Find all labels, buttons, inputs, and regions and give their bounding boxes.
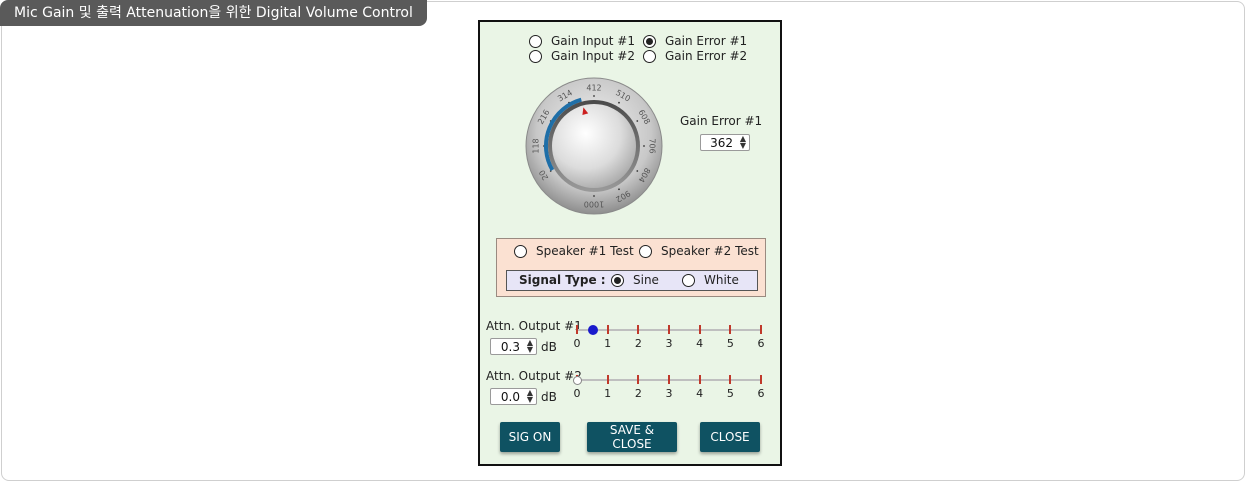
slider-tick — [576, 325, 578, 334]
save-close-button[interactable]: SAVE & CLOSE — [587, 422, 677, 452]
knob-scale-tick — [618, 188, 620, 191]
gain-value-spinner[interactable]: 362 ▲ ▼ — [700, 134, 750, 151]
attn-output-1-label: Attn. Output #1 — [486, 319, 582, 333]
slider-tick-label: 5 — [726, 387, 734, 400]
attn-output-2-unit: dB — [541, 390, 557, 404]
window-title: Mic Gain 및 출력 Attenuation을 위한 Digital Vo… — [0, 0, 427, 26]
radio-circle — [682, 273, 695, 287]
radio-circle — [639, 244, 652, 258]
knob-scale-label: 706 — [648, 138, 657, 153]
slider-tick — [729, 325, 732, 334]
knob-scale-tick — [593, 95, 595, 97]
radio-circle — [643, 34, 656, 48]
radio-circle — [611, 273, 624, 287]
knob-scale-label: 1000 — [584, 200, 604, 209]
slider-tick-label: 4 — [696, 337, 704, 350]
slider-tick — [698, 325, 701, 334]
radio-speaker-2-test[interactable]: Speaker #2 Test — [639, 244, 759, 258]
gain-value: 362 — [710, 136, 733, 150]
attn-output-2-slider[interactable]: 0 1 2 3 4 5 6 — [573, 370, 769, 400]
close-button[interactable]: CLOSE — [700, 422, 760, 452]
radio-gain-error-1[interactable]: Gain Error #1 — [643, 34, 747, 48]
attn-output-1-unit: dB — [541, 340, 557, 354]
radio-label: Gain Error #1 — [665, 34, 748, 48]
knob-scale-tick — [593, 195, 595, 197]
slider-tick — [760, 375, 762, 384]
radio-circle — [643, 49, 656, 63]
radio-circle — [529, 49, 542, 63]
knob-scale-tick — [643, 145, 645, 147]
signal-type-group: Signal Type : Sine White — [506, 270, 758, 291]
attn-output-2-spinner[interactable]: 0.0 ▲ ▼ — [490, 388, 537, 405]
signal-type-label: Signal Type : — [519, 273, 606, 287]
attn-output-1-value: 0.3 — [500, 340, 520, 354]
radio-speaker-1-test[interactable]: Speaker #1 Test — [514, 244, 634, 258]
slider-tick-label: 6 — [757, 387, 765, 400]
slider-tick-label: 0 — [573, 387, 581, 400]
slider-tick-label: 2 — [634, 337, 642, 350]
gain-label: Gain Error #1 — [680, 114, 763, 128]
slider-thumb[interactable] — [588, 325, 599, 335]
slider-tick — [668, 375, 670, 384]
radio-label: Speaker #1 Test — [536, 244, 634, 258]
radio-label: White — [704, 273, 739, 287]
radio-circle — [529, 34, 542, 48]
slider-tick — [606, 325, 609, 334]
slider-tick — [606, 375, 609, 384]
slider-tick-label: 3 — [665, 337, 673, 350]
radio-label: Speaker #2 Test — [661, 244, 759, 258]
volume-control-panel: Gain Input #1 Gain Error #1 Gain Input #… — [478, 20, 782, 466]
slider-tick — [698, 375, 701, 384]
slider-tick — [729, 375, 732, 384]
slider-tick-label: 1 — [604, 387, 612, 400]
slider-tick — [668, 325, 670, 334]
slider-thumb[interactable] — [573, 376, 582, 385]
spinner-arrows-icon: ▲ ▼ — [526, 388, 533, 404]
knob-cap — [552, 104, 636, 188]
sig-on-button[interactable]: SIG ON — [500, 422, 560, 452]
radio-white[interactable]: White — [682, 273, 739, 287]
slider-tick — [637, 375, 640, 384]
knob-scale-tick — [636, 120, 639, 122]
slider-tick-label: 1 — [604, 337, 612, 350]
spinner-arrows-icon: ▲ ▼ — [526, 338, 533, 354]
knob-graphic: 201182163144125106087068049021000 — [525, 77, 663, 215]
spinner-arrows-icon: ▲ ▼ — [739, 134, 746, 150]
slider-tick-label: 3 — [665, 387, 673, 400]
attn-output-1-spinner[interactable]: 0.3 ▲ ▼ — [490, 338, 537, 355]
attn-output-2-value: 0.0 — [500, 390, 520, 404]
slider-tick-label: 2 — [634, 387, 642, 400]
radio-sine[interactable]: Sine — [611, 273, 659, 287]
slider-tick — [637, 325, 640, 334]
radio-gain-error-2[interactable]: Gain Error #2 — [643, 49, 747, 63]
knob-scale-tick — [636, 170, 639, 172]
slider-tick-label: 5 — [726, 337, 734, 350]
radio-circle — [514, 244, 527, 258]
radio-label: Gain Input #1 — [551, 34, 635, 48]
knob-scale-label: 412 — [586, 84, 601, 93]
knob-scale-label: 118 — [532, 138, 541, 153]
slider-tick-label: 0 — [573, 337, 581, 350]
radio-label: Gain Error #2 — [665, 49, 748, 63]
slider-tick — [760, 325, 762, 334]
radio-gain-input-1[interactable]: Gain Input #1 — [529, 34, 635, 48]
slider-tick-label: 4 — [696, 387, 704, 400]
speaker-test-group: Speaker #1 Test Speaker #2 Test Signal T… — [496, 238, 766, 297]
slider-tick-label: 6 — [757, 337, 765, 350]
radio-label: Sine — [633, 273, 659, 287]
radio-gain-input-2[interactable]: Gain Input #2 — [529, 49, 635, 63]
radio-label: Gain Input #2 — [551, 49, 635, 63]
knob-scale-tick — [618, 101, 620, 104]
gain-knob[interactable]: 20 118 216 314 412 510 608 706 804 902 1000 — [524, 76, 664, 216]
attn-output-2-label: Attn. Output #2 — [486, 369, 582, 383]
attn-output-1-slider[interactable]: 0 1 2 3 4 5 6 — [574, 320, 769, 350]
